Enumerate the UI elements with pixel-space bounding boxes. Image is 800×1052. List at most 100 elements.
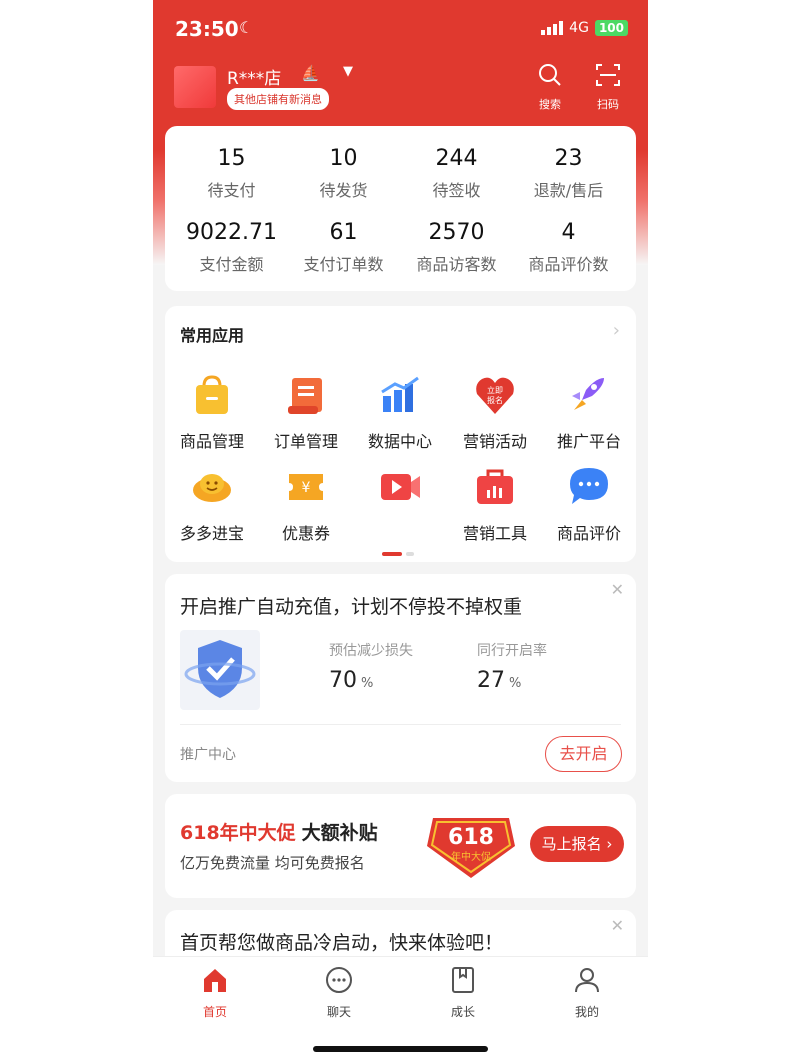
- banner-title: 618年中大促 大额补贴: [180, 822, 378, 844]
- auto-recharge-card: ✕ 开启推广自动充值，计划不停投不掉权重 预估减少损失 70% 同行开启率 27…: [165, 574, 636, 782]
- bottom-tab-bar: 首页 聊天 成长 我的: [153, 956, 648, 1052]
- gold-ingot-icon: [193, 474, 231, 502]
- stat-value: 10: [329, 146, 358, 171]
- shop-badge-icon: ⛵: [301, 64, 320, 82]
- stat-pending-payment[interactable]: 15 待支付: [173, 146, 290, 201]
- yen-symbol: ¥: [302, 480, 311, 496]
- shop-header: R***店 ⛵ ▼ 其他店铺有新消息 搜索 扫码: [153, 62, 648, 112]
- chat-bubble-icon: [570, 468, 608, 504]
- stats-card: 15 待支付 10 待发货 244 待签收 23 退款/售后 9022.71 支…: [165, 126, 636, 291]
- metric-value: 27%: [477, 668, 522, 693]
- tab-me[interactable]: 我的: [525, 965, 648, 1020]
- stat-value: 9022.71: [186, 220, 277, 245]
- app-label: 优惠券: [281, 524, 330, 543]
- tab-chat[interactable]: 聊天: [277, 965, 401, 1020]
- chevron-down-icon[interactable]: ▼: [343, 64, 353, 79]
- apps-title: 常用应用: [180, 326, 245, 345]
- stat-value: 244: [435, 146, 478, 171]
- battery-icon: 100: [594, 20, 628, 36]
- promo-footer: 推广中心: [180, 747, 236, 763]
- sale-banner[interactable]: 618年中大促 大额补贴 亿万免费流量 均可免费报名 618 年中大促 马上报名 …: [165, 794, 636, 898]
- home-icon: [204, 969, 226, 992]
- app-label: 营销活动: [462, 432, 527, 451]
- tab-label: 成长: [450, 1005, 475, 1019]
- shop-message-tag[interactable]: 其他店铺有新消息: [227, 88, 329, 110]
- phone-screen: 23:50 ☾ 4G 100 R***店 ⛵ ▼ 其他店铺有新消息 搜索 扫码 …: [153, 0, 648, 1052]
- app-label: 推广平台: [556, 432, 621, 451]
- status-right: 4G 100: [541, 20, 628, 36]
- stat-payment-amount[interactable]: 9022.71 支付金额: [173, 220, 290, 275]
- scan-button[interactable]: 扫码: [588, 62, 628, 112]
- app-label: 商品管理: [179, 432, 244, 451]
- tab-label: 首页: [202, 1005, 227, 1019]
- moon-icon: ☾: [239, 18, 254, 37]
- app-video[interactable]: [353, 464, 447, 520]
- search-button[interactable]: 搜索: [530, 62, 570, 112]
- app-coupons[interactable]: ¥ 优惠券: [259, 464, 353, 544]
- stat-product-reviews[interactable]: 4 商品评价数: [510, 220, 627, 275]
- stat-value: 23: [554, 146, 583, 171]
- search-label: 搜索: [539, 98, 561, 111]
- shop-name[interactable]: R***店: [227, 64, 281, 89]
- tab-home[interactable]: 首页: [153, 965, 277, 1020]
- badge-text-1: 立即: [487, 385, 503, 395]
- stat-label: 商品评价数: [528, 255, 609, 274]
- metric-loss-reduction: 预估减少损失 70%: [329, 640, 413, 693]
- stat-value: 4: [561, 220, 576, 245]
- tab-growth[interactable]: 成长: [401, 965, 525, 1020]
- app-label: 数据中心: [367, 432, 432, 451]
- rocket-icon: [572, 378, 604, 410]
- app-order-management[interactable]: 订单管理: [259, 372, 353, 452]
- app-duoduo-jinbao[interactable]: 多多进宝: [165, 464, 259, 544]
- chevron-right-icon[interactable]: ›: [613, 320, 620, 341]
- stat-label: 支付订单数: [303, 255, 384, 274]
- app-product-reviews[interactable]: 商品评价: [542, 464, 636, 544]
- scan-icon: [596, 64, 620, 86]
- stat-label: 商品访客数: [416, 255, 497, 274]
- shield-check-icon: [184, 640, 256, 698]
- search-icon: [539, 64, 561, 86]
- app-data-center[interactable]: 数据中心: [353, 372, 447, 452]
- tab-label: 我的: [574, 1005, 599, 1019]
- enable-button[interactable]: 去开启: [545, 736, 622, 772]
- notice-text: 首页帮您做商品冷启动，快来体验吧！: [180, 932, 504, 954]
- app-product-management[interactable]: 商品管理: [165, 372, 259, 452]
- page-indicator: [382, 552, 414, 556]
- shop-avatar[interactable]: [174, 66, 216, 108]
- app-marketing-tools[interactable]: 营销工具: [448, 464, 542, 544]
- bar-chart-icon: [381, 376, 419, 412]
- stat-pending-shipment[interactable]: 10 待发货: [285, 146, 402, 201]
- app-promotion-platform[interactable]: 推广平台: [542, 372, 636, 452]
- stat-label: 退款/售后: [533, 181, 604, 200]
- app-marketing-activities[interactable]: 立即 报名 营销活动: [448, 372, 542, 452]
- stat-paid-orders[interactable]: 61 支付订单数: [285, 220, 402, 275]
- stat-refunds[interactable]: 23 退款/售后: [510, 146, 627, 201]
- app-label: 营销工具: [462, 524, 527, 543]
- metric-label: 同行开启率: [477, 643, 547, 659]
- tab-label: 聊天: [326, 1005, 351, 1019]
- network-type: 4G: [569, 20, 589, 36]
- close-icon[interactable]: ✕: [611, 580, 624, 599]
- coupon-icon: ¥: [289, 474, 323, 500]
- close-icon[interactable]: ✕: [611, 916, 624, 935]
- register-button[interactable]: 马上报名 ›: [530, 826, 624, 862]
- stat-product-visitors[interactable]: 2570 商品访客数: [398, 220, 515, 275]
- stat-pending-receipt[interactable]: 244 待签收: [398, 146, 515, 201]
- banner-subtitle: 亿万免费流量 均可免费报名: [180, 854, 365, 872]
- stat-value: 61: [329, 220, 358, 245]
- metric-label: 预估减少损失: [329, 643, 413, 659]
- status-time: 23:50: [175, 17, 239, 41]
- badge-text: 年中大促: [451, 850, 491, 863]
- signup-heart-icon: 立即 报名: [476, 377, 514, 414]
- divider: [180, 724, 621, 725]
- app-label: 订单管理: [273, 432, 338, 451]
- app-label: 商品评价: [556, 524, 621, 543]
- video-icon: [381, 474, 420, 500]
- stat-label: 支付金额: [199, 255, 264, 274]
- chat-icon: [326, 967, 352, 993]
- stat-value: 2570: [428, 220, 485, 245]
- stat-label: 待发货: [319, 181, 368, 200]
- promo-headline: 开启推广自动充值，计划不停投不掉权重: [180, 596, 523, 618]
- badge-number: 618: [448, 825, 494, 850]
- badge-text-2: 报名: [487, 395, 503, 405]
